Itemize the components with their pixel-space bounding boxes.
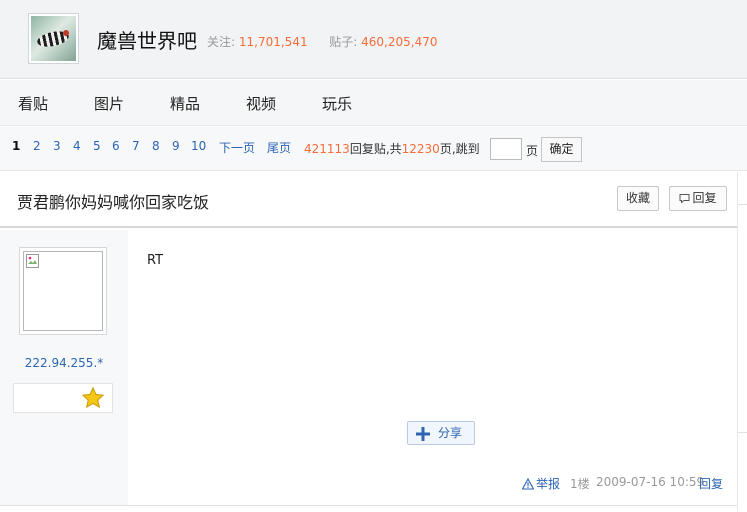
page-link[interactable]: 7 <box>132 139 140 153</box>
warning-icon <box>521 477 535 490</box>
jump-label: 跳到 <box>455 142 480 156</box>
star-icon <box>81 386 105 409</box>
floor-number: 1楼 <box>570 477 590 491</box>
post-divider <box>0 505 737 506</box>
share-button[interactable]: 分享 <box>407 421 475 445</box>
page-link[interactable]: 3 <box>53 139 61 153</box>
tab-videos[interactable]: 视频 <box>246 93 276 114</box>
page-link[interactable]: 2 <box>33 139 41 153</box>
page-link[interactable]: 5 <box>93 139 101 153</box>
page-link[interactable]: 9 <box>172 139 180 153</box>
pages-label: 页, <box>439 142 456 156</box>
page-link[interactable]: 6 <box>112 139 120 153</box>
reply-button[interactable]: 回复 <box>669 186 727 211</box>
reply-label: 回复贴,共 <box>349 142 402 156</box>
reply-button-label: 回复 <box>692 191 717 205</box>
share-label: 分享 <box>438 426 463 440</box>
tab-view-posts[interactable]: 看贴 <box>18 93 48 114</box>
forum-stats: 关注: 11,701,541 贴子: 460,205,470 <box>207 33 437 50</box>
right-column-edge <box>737 172 747 512</box>
posts-count: 460,205,470 <box>361 35 438 49</box>
post-time: 2009-07-16 10:59 <box>596 475 705 489</box>
avatar[interactable] <box>19 247 107 335</box>
confirm-jump-button[interactable]: 确定 <box>541 137 582 162</box>
last-page-link[interactable]: 尾页 <box>267 139 291 156</box>
user-level-box <box>13 383 113 413</box>
collect-button[interactable]: 收藏 <box>617 186 659 211</box>
total-pages: 12230 <box>401 142 440 156</box>
page-link[interactable]: 4 <box>73 139 81 153</box>
page-link[interactable]: 8 <box>152 139 160 153</box>
post-reply-link[interactable]: 回复 <box>699 475 723 492</box>
pager: 1 2 3 4 5 6 7 8 9 10 下一页 尾页 421113回复贴,共1… <box>0 127 747 171</box>
forum-logo[interactable] <box>28 13 79 64</box>
report-link[interactable]: 举报 <box>521 475 561 492</box>
tab-images[interactable]: 图片 <box>94 93 124 114</box>
plus-icon <box>416 427 430 441</box>
page-link-current: 1 <box>12 139 21 153</box>
report-label: 举报 <box>536 477 561 491</box>
forum-name[interactable]: 魔兽世界吧 <box>97 25 197 54</box>
jump-page-label: 页 <box>526 144 539 158</box>
jump-page-input[interactable] <box>490 138 522 160</box>
author-ip[interactable]: 222.94.255.* <box>0 356 128 370</box>
post-content: RT <box>147 253 164 268</box>
tab-fun[interactable]: 玩乐 <box>322 93 352 114</box>
posts-label: 贴子: <box>329 35 358 49</box>
thread-title: 贾君鹏你妈妈喊你回家吃饭 <box>17 193 210 212</box>
follow-label: 关注: <box>207 35 236 49</box>
comment-icon <box>679 194 690 204</box>
next-page-link[interactable]: 下一页 <box>219 139 255 156</box>
reply-count: 421113 <box>304 142 350 156</box>
broken-image-icon <box>26 254 39 268</box>
post-content-area <box>128 230 737 505</box>
reply-info: 421113回复贴,共12230页,跳到 <box>304 140 480 157</box>
tab-featured[interactable]: 精品 <box>170 93 200 114</box>
forum-header: 魔兽世界吧 关注: 11,701,541 贴子: 460,205,470 <box>0 0 747 79</box>
follow-count: 11,701,541 <box>238 35 308 49</box>
page-link[interactable]: 10 <box>191 139 206 153</box>
forum-nav: 看贴 图片 精品 视频 玩乐 <box>0 80 747 126</box>
